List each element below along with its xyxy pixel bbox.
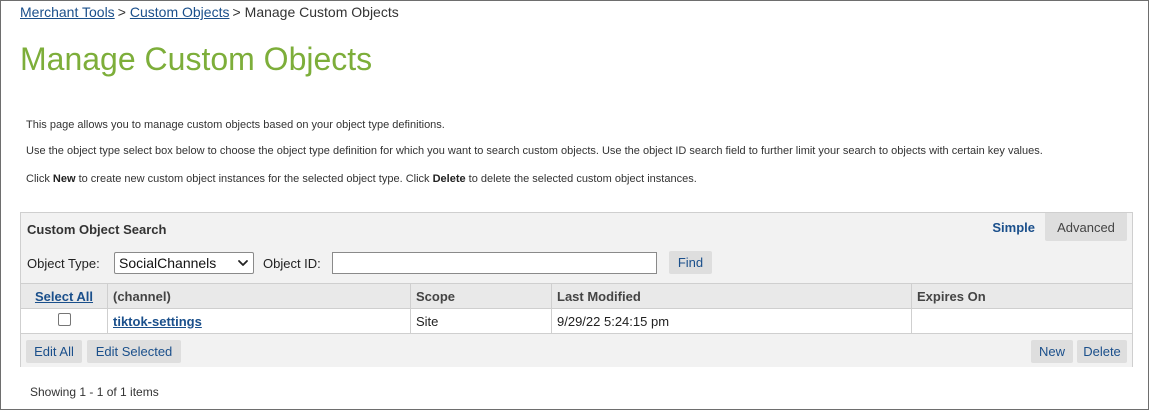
row-checkbox[interactable] (57, 313, 71, 326)
last-modified-cell: 9/29/22 5:24:15 pm (551, 309, 911, 333)
breadcrumb: Merchant Tools > Custom Objects > Manage Cus… (20, 4, 399, 20)
channel-cell: tiktok-settings (107, 309, 410, 333)
table-header: Select All (channel) Scope Last Modified… (21, 283, 1132, 309)
description-text: Click (26, 173, 53, 185)
simple-mode-tab[interactable]: Simple (992, 220, 1035, 235)
column-header-scope: Scope (410, 284, 551, 308)
paging-info: Showing 1 - 1 of 1 items (30, 385, 159, 399)
page-title: Manage Custom Objects (20, 41, 373, 77)
description-line-2: Use the object type select box below to … (26, 145, 1043, 157)
page-frame: Merchant Tools > Custom Objects > Manage Cus… (0, 0, 1149, 410)
description-new-keyword: New (52, 173, 76, 185)
search-panel-header: Custom Object Search Simple Advanced (21, 213, 1132, 242)
column-header-channel: (channel) (107, 284, 410, 308)
table-actions: Edit All Edit Selected New Delete (21, 334, 1132, 367)
object-id-label: Object ID: (263, 256, 321, 271)
edit-selected-button[interactable]: Edit Selected (87, 340, 181, 363)
description-text: to delete the selected custom object ins… (465, 173, 697, 185)
description-line-3: Click New to create new custom object in… (26, 173, 697, 185)
object-type-select[interactable]: SocialChannels (114, 252, 254, 274)
column-header-last-modified: Last Modified (551, 284, 911, 308)
new-button[interactable]: New (1031, 340, 1073, 363)
description-line-1: This page allows you to manage custom ob… (26, 119, 445, 131)
delete-button[interactable]: Delete (1077, 340, 1127, 363)
advanced-mode-tab[interactable]: Advanced (1045, 213, 1127, 241)
object-type-selected-value: SocialChannels (119, 255, 217, 271)
object-id-input[interactable] (332, 252, 657, 274)
breadcrumb-separator: > (117, 4, 126, 20)
breadcrumb-custom-objects[interactable]: Custom Objects (130, 4, 230, 20)
find-button[interactable]: Find (669, 251, 712, 274)
scope-cell: Site (410, 309, 551, 333)
search-filter-row: Object Type: SocialChannels Object ID: F… (21, 242, 1132, 283)
row-select-cell (21, 309, 107, 333)
expires-on-cell (911, 309, 1134, 333)
object-link[interactable]: tiktok-settings (113, 314, 202, 329)
edit-all-button[interactable]: Edit All (26, 340, 82, 363)
breadcrumb-merchant-tools[interactable]: Merchant Tools (20, 4, 115, 20)
column-header-expires-on: Expires On (911, 284, 1134, 308)
select-all-link[interactable]: Select All (21, 284, 107, 308)
object-type-label: Object Type: (27, 256, 100, 271)
table-row: tiktok-settings Site 9/29/22 5:24:15 pm (21, 309, 1132, 334)
breadcrumb-separator: > (232, 4, 241, 20)
breadcrumb-current: Manage Custom Objects (244, 4, 399, 20)
search-panel-title: Custom Object Search (27, 222, 167, 237)
description-text: to create new custom object instances fo… (75, 173, 433, 185)
chevron-down-icon (238, 260, 248, 266)
description-delete-keyword: Delete (432, 173, 466, 185)
custom-object-search-panel: Custom Object Search Simple Advanced Obj… (20, 212, 1133, 367)
